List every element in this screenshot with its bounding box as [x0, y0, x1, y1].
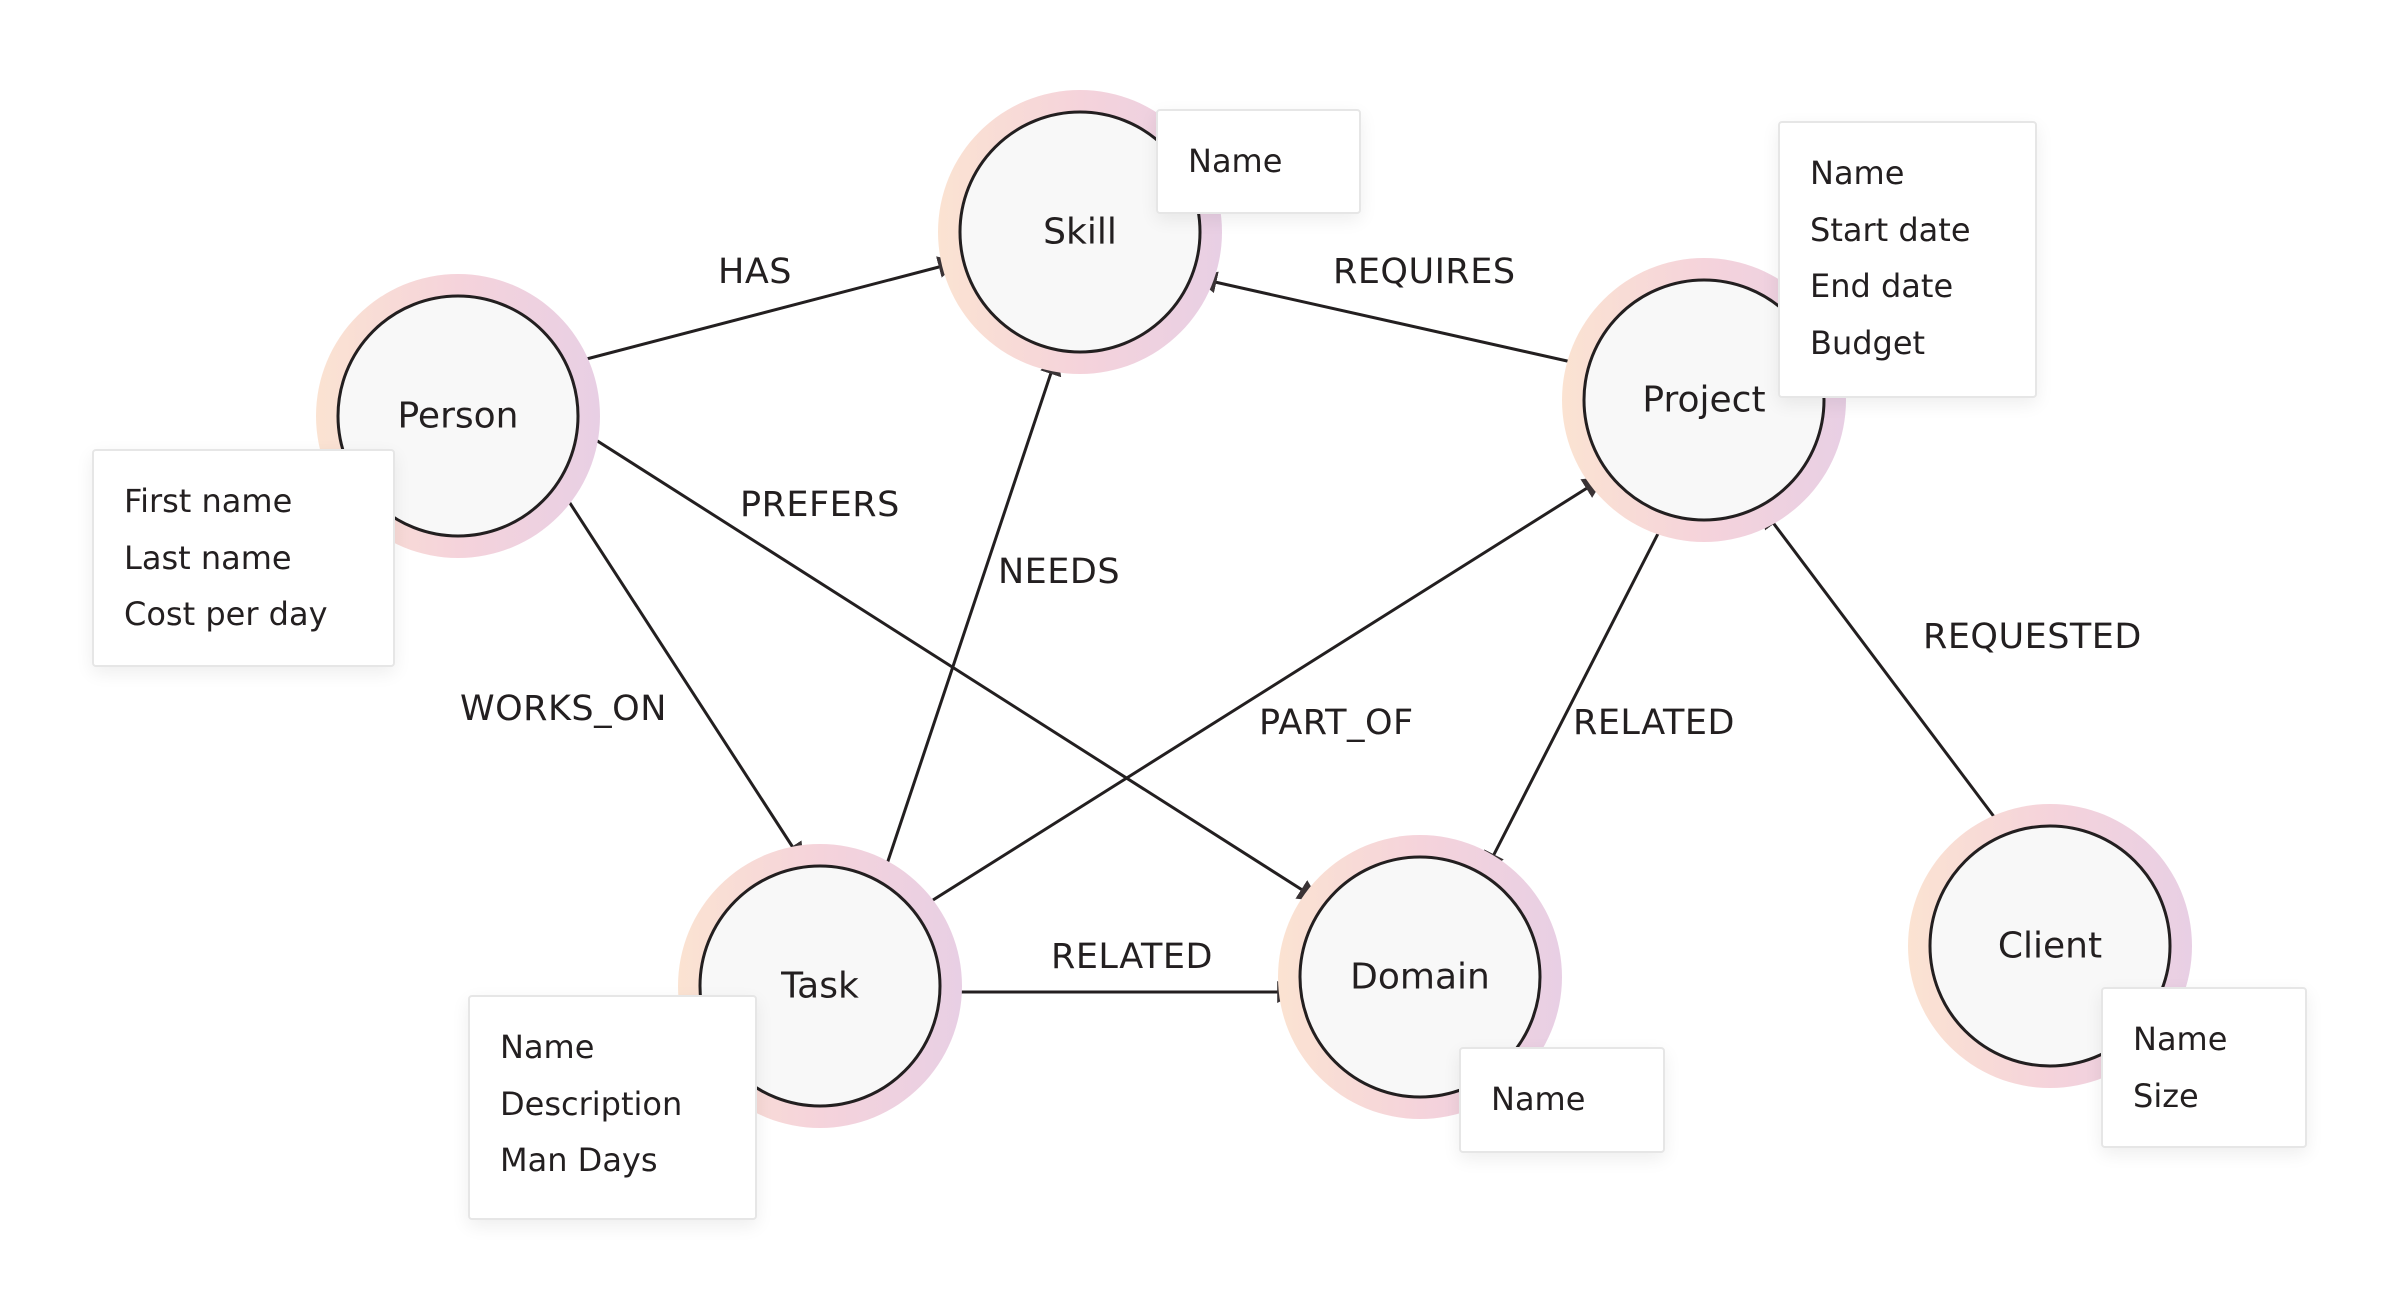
- property-item: Start date: [1810, 210, 1971, 249]
- edge-label-prefers: PREFERS: [740, 485, 900, 525]
- edge-label-part-of: PART_OF: [1259, 703, 1414, 743]
- edge-label-has: HAS: [718, 252, 792, 292]
- property-item: First name: [124, 482, 293, 520]
- edge-works-on-arrow[interactable]: [553, 479, 805, 865]
- edge-label-works-on: WORKS_ON: [460, 689, 667, 729]
- property-item: Name: [1491, 1080, 1586, 1118]
- property-item: Size: [2133, 1076, 2199, 1115]
- property-item: Budget: [1810, 323, 1926, 362]
- property-item: Cost per day: [124, 595, 328, 633]
- node-task-properties-box: Name Description Man Days: [468, 995, 757, 1220]
- edge-needs-arrow[interactable]: [883, 352, 1062, 871]
- property-item: Name: [500, 1028, 595, 1066]
- edge-label-needs: NEEDS: [998, 552, 1120, 592]
- property-item: Name: [2133, 1020, 2228, 1058]
- edge-label-related-pd: RELATED: [1573, 703, 1735, 743]
- edge-label-requested: REQUESTED: [1923, 617, 2142, 657]
- edge-related-pd-arrow[interactable]: [1483, 517, 1668, 874]
- property-item: Last name: [124, 538, 292, 577]
- node-domain-label: Domain: [1350, 957, 1490, 998]
- node-client-properties-box: Name Size: [2101, 987, 2307, 1148]
- property-item: Man Days: [500, 1141, 658, 1179]
- node-skill-properties-box: Name: [1156, 109, 1361, 214]
- edge-prefers-arrow[interactable]: [576, 426, 1320, 902]
- node-project-label: Project: [1642, 380, 1765, 421]
- property-item: Name: [1810, 154, 1905, 192]
- node-task-label: Task: [780, 966, 859, 1007]
- edge-label-related-td: RELATED: [1051, 937, 1213, 977]
- property-item: Description: [500, 1084, 683, 1123]
- node-person-properties-box: First name Last name Cost per day: [92, 449, 395, 667]
- node-domain-properties-box: Name: [1459, 1047, 1665, 1153]
- node-project-properties-box: Name Start date End date Budget: [1778, 121, 2037, 398]
- edge-requested-arrow[interactable]: [1760, 506, 2000, 823]
- node-client-label: Client: [1998, 926, 2102, 967]
- edge-label-requires: REQUIRES: [1333, 252, 1516, 292]
- node-skill-label: Skill: [1043, 212, 1117, 253]
- property-item: End date: [1810, 267, 1954, 305]
- property-item: Name: [1188, 142, 1283, 180]
- node-person-label: Person: [398, 396, 519, 437]
